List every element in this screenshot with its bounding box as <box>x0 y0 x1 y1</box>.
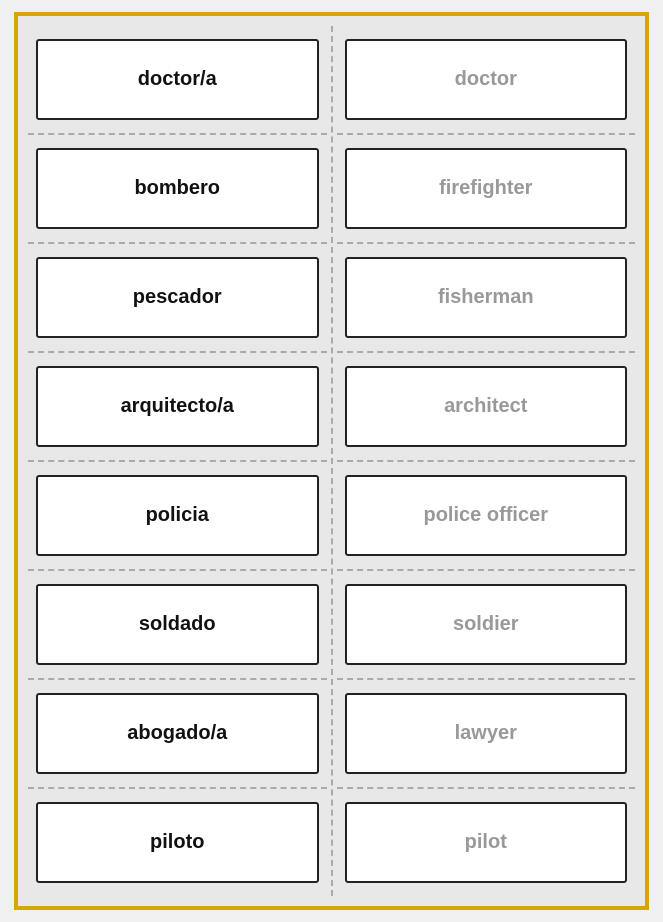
label-english-3: architect <box>444 395 527 418</box>
cell-english-1: firefighter <box>337 135 636 244</box>
card-spanish-3[interactable]: arquitecto/a <box>36 366 319 447</box>
cell-english-7: pilot <box>337 789 636 896</box>
card-english-7[interactable]: pilot <box>345 802 628 883</box>
card-english-3[interactable]: architect <box>345 366 628 447</box>
label-english-2: fisherman <box>438 286 534 309</box>
cell-english-3: architect <box>337 353 636 462</box>
card-english-5[interactable]: soldier <box>345 584 628 665</box>
flashcard-grid: doctor/a bombero pescador arquitecto/a polic… <box>28 26 635 896</box>
label-spanish-2: pescador <box>133 286 222 309</box>
label-english-4: police officer <box>424 504 548 527</box>
card-spanish-1[interactable]: bombero <box>36 148 319 229</box>
card-spanish-6[interactable]: abogado/a <box>36 693 319 774</box>
card-spanish-7[interactable]: piloto <box>36 802 319 883</box>
flashcard-container: doctor/a bombero pescador arquitecto/a polic… <box>14 12 649 910</box>
cell-english-4: police officer <box>337 462 636 571</box>
card-english-4[interactable]: police officer <box>345 475 628 556</box>
label-english-0: doctor <box>455 68 517 91</box>
card-spanish-2[interactable]: pescador <box>36 257 319 338</box>
cell-english-2: fisherman <box>337 244 636 353</box>
cell-english-0: doctor <box>337 26 636 135</box>
card-english-1[interactable]: firefighter <box>345 148 628 229</box>
label-spanish-3: arquitecto/a <box>121 395 234 418</box>
vertical-divider <box>331 26 333 896</box>
card-spanish-5[interactable]: soldado <box>36 584 319 665</box>
cell-english-6: lawyer <box>337 680 636 789</box>
card-english-6[interactable]: lawyer <box>345 693 628 774</box>
cell-spanish-4: policia <box>28 462 327 571</box>
left-column: doctor/a bombero pescador arquitecto/a polic… <box>28 26 327 896</box>
cell-spanish-7: piloto <box>28 789 327 896</box>
card-english-0[interactable]: doctor <box>345 39 628 120</box>
label-english-6: lawyer <box>455 722 517 745</box>
cell-spanish-2: pescador <box>28 244 327 353</box>
right-column: doctor firefighter fisherman architect polic… <box>337 26 636 896</box>
card-spanish-4[interactable]: policia <box>36 475 319 556</box>
label-english-5: soldier <box>453 613 519 636</box>
label-english-7: pilot <box>465 831 507 854</box>
cell-spanish-5: soldado <box>28 571 327 680</box>
label-spanish-4: policia <box>146 504 209 527</box>
cell-english-5: soldier <box>337 571 636 680</box>
card-spanish-0[interactable]: doctor/a <box>36 39 319 120</box>
cell-spanish-1: bombero <box>28 135 327 244</box>
label-english-1: firefighter <box>439 177 532 200</box>
label-spanish-1: bombero <box>134 177 220 200</box>
label-spanish-0: doctor/a <box>138 68 217 91</box>
cell-spanish-6: abogado/a <box>28 680 327 789</box>
cell-spanish-3: arquitecto/a <box>28 353 327 462</box>
label-spanish-7: piloto <box>150 831 204 854</box>
cell-spanish-0: doctor/a <box>28 26 327 135</box>
label-spanish-5: soldado <box>139 613 216 636</box>
label-spanish-6: abogado/a <box>127 722 227 745</box>
card-english-2[interactable]: fisherman <box>345 257 628 338</box>
